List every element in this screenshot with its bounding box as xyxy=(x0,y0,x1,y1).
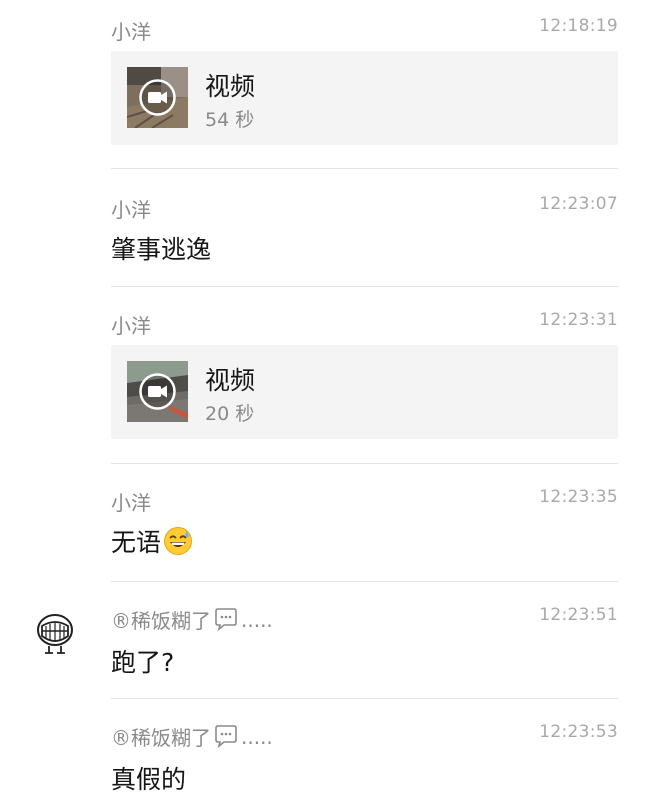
sender-name: 小洋 xyxy=(111,491,151,515)
message-text[interactable]: 真假的 xyxy=(111,760,186,796)
grinning-face-avatar[interactable] xyxy=(30,606,80,658)
sender-name-suffix: ..... xyxy=(241,724,273,749)
message-text[interactable]: 肇事逃逸 xyxy=(111,230,211,266)
sender-name: ®稀饭糊了 xyxy=(111,726,211,750)
video-camera-icon xyxy=(148,91,167,104)
sweat-smile-emoji xyxy=(164,527,193,555)
message-divider xyxy=(111,168,618,169)
message-time: 12:23:35 xyxy=(539,487,618,507)
video-title: 视频 xyxy=(205,366,256,395)
message-time: 12:18:19 xyxy=(539,16,618,36)
message-time: 12:23:53 xyxy=(539,722,618,742)
message-time: 12:23:07 xyxy=(539,194,618,214)
sender-name: 小洋 xyxy=(111,198,151,222)
message-text[interactable]: 跑了? xyxy=(111,643,174,679)
sender-name: 小洋 xyxy=(111,314,151,338)
sender-name-row: ®稀饭糊了 ..... xyxy=(111,605,273,634)
sender-name: ®稀饭糊了 xyxy=(111,609,211,633)
sender-name-suffix: ..... xyxy=(241,607,273,632)
video-duration: 54 秒 xyxy=(205,109,255,131)
message-time: 12:23:31 xyxy=(539,310,618,330)
message-divider xyxy=(111,581,618,582)
message-divider xyxy=(111,698,618,699)
message-text: 无语 xyxy=(111,528,162,557)
message-divider xyxy=(111,463,618,464)
speech-bubble-icon xyxy=(215,607,237,631)
video-title: 视频 xyxy=(205,72,256,101)
video-duration: 20 秒 xyxy=(205,403,255,425)
video-thumbnail[interactable] xyxy=(127,361,188,422)
message-text-row[interactable]: 无语 xyxy=(111,523,193,559)
message-time: 12:23:51 xyxy=(539,605,618,625)
message-divider xyxy=(111,286,618,287)
video-card[interactable]: 视频 54 秒 xyxy=(111,51,618,145)
sender-name-row: ®稀饭糊了 ..... xyxy=(111,722,273,751)
sender-name: 小洋 xyxy=(111,20,151,44)
speech-bubble-icon xyxy=(215,724,237,748)
video-card[interactable]: 视频 20 秒 xyxy=(111,345,618,439)
video-camera-icon xyxy=(148,385,167,398)
video-thumbnail[interactable] xyxy=(127,67,188,128)
